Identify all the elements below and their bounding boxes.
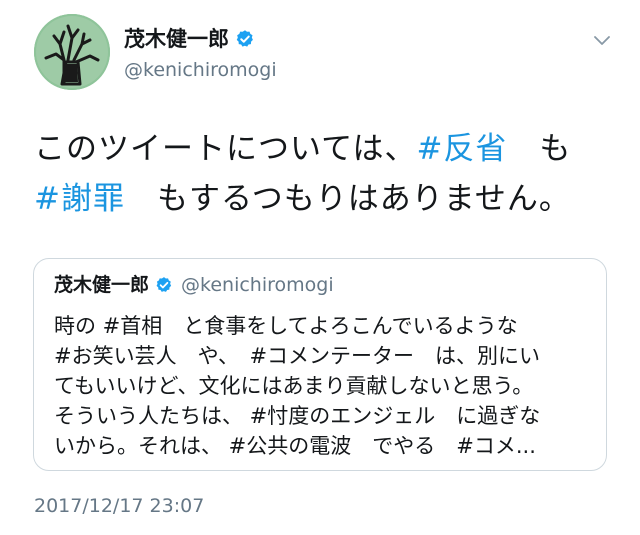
author-display-name[interactable]: 茂木健一郎 bbox=[124, 26, 229, 52]
tweet-line: #謝罪 もするつもりはありません。 bbox=[34, 174, 614, 224]
tweet-text-segment: このツイートについては、 bbox=[34, 131, 417, 167]
quoted-author-name: 茂木健一郎 bbox=[54, 274, 150, 296]
chevron-down-icon[interactable] bbox=[594, 36, 610, 46]
quoted-tweet-line: #お笑い芸人 や、 #コメンテーター は、別にい bbox=[54, 344, 541, 368]
quoted-tweet-line: てもいいけど、文化にはあまり貢献しないと思う。 bbox=[54, 374, 534, 398]
quoted-tweet-line: 時の #首相 と食事をしてよろこんでいるような bbox=[54, 314, 518, 338]
author-handle[interactable]: @kenichiromogi bbox=[124, 58, 277, 82]
verified-badge-icon bbox=[156, 277, 172, 292]
tweet-timestamp[interactable]: 2017/12/17 23:07 bbox=[34, 494, 204, 518]
tweet-text-segment: もするつもりはありません。 bbox=[124, 181, 571, 217]
quoted-tweet-line: そういう人たちは、 #忖度のエンジェル に過ぎな bbox=[54, 404, 541, 428]
quoted-tweet-text: 時の #首相 と食事をしてよろこんでいるような #お笑い芸人 や、 #コメンテー… bbox=[54, 311, 594, 461]
tweet-line: このツイートについては、#反省 も bbox=[34, 124, 614, 174]
quoted-author-handle: @kenichiromogi bbox=[181, 274, 334, 296]
avatar-drawing bbox=[34, 14, 110, 90]
verified-badge-icon bbox=[236, 30, 253, 47]
hashtag-link[interactable]: #謝罪 bbox=[34, 181, 125, 217]
avatar[interactable] bbox=[34, 14, 110, 90]
tweet-text: このツイートについては、#反省 も #謝罪 もするつもりはありません。 bbox=[34, 124, 614, 224]
hashtag-link[interactable]: #反省 bbox=[416, 131, 507, 167]
quoted-tweet-header: 茂木健一郎 @kenichiromogi bbox=[54, 273, 334, 297]
quoted-tweet-card[interactable]: 茂木健一郎 @kenichiromogi 時の #首相 と食事をしてよろこんでい… bbox=[33, 258, 607, 471]
author-name-row[interactable]: 茂木健一郎 bbox=[124, 26, 255, 52]
tweet-text-segment: も bbox=[507, 131, 572, 167]
quoted-tweet-line: いから。それは、 #公共の電波 でやる #コメ... bbox=[54, 434, 536, 458]
